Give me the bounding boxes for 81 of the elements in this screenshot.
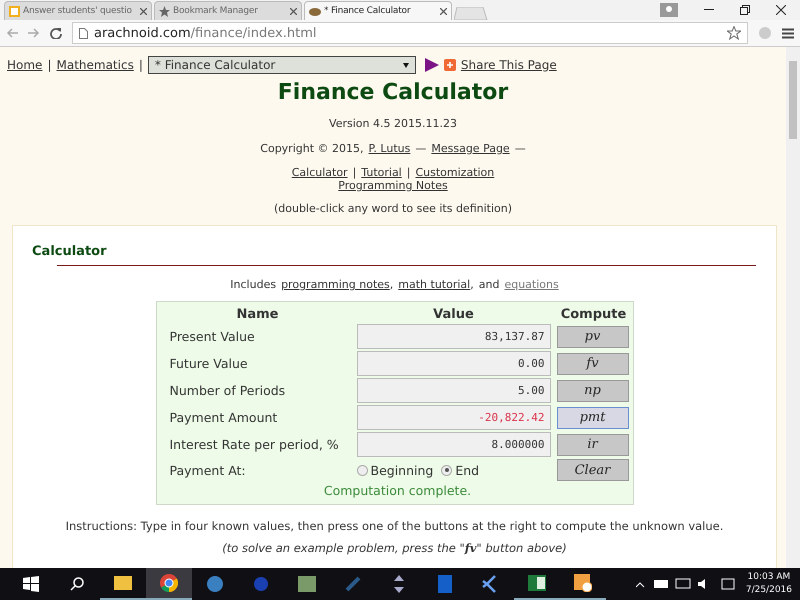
minimize-icon[interactable] (704, 9, 714, 11)
section-link[interactable]: Programming Notes (338, 179, 448, 192)
field-label: Payment At: (168, 462, 247, 478)
section-heading: Calculator (32, 244, 107, 259)
tutorial-link[interactable]: math tutorial (398, 278, 470, 291)
play-icon[interactable] (424, 58, 439, 72)
restore-icon[interactable] (740, 5, 750, 15)
and-text: and (478, 278, 500, 291)
browser-icon[interactable] (160, 574, 178, 592)
calendar-icon[interactable] (574, 574, 592, 592)
compute-button[interactable]: fv (556, 352, 628, 374)
separator: | (47, 58, 52, 72)
section-link[interactable]: Tutorial (361, 166, 402, 179)
value-field[interactable]: 8.000000 (356, 432, 550, 457)
star-icon (159, 6, 170, 16)
equations-link[interactable]: equations (504, 278, 559, 291)
compute-button[interactable]: pmt (556, 406, 628, 428)
compute-button[interactable]: pv (556, 326, 628, 348)
page-title: Finance Calculator (278, 80, 508, 105)
includes-text: Includes (230, 278, 276, 291)
windows-icon[interactable] (23, 576, 39, 592)
dash: — (514, 142, 526, 155)
browser-tab[interactable]: * Finance Calculator (304, 1, 452, 20)
value-field[interactable]: -20,822.42 (356, 405, 550, 430)
page-icon (79, 28, 88, 38)
scrollbar[interactable] (786, 47, 800, 568)
address-bar[interactable]: arachnoid.com/finance/index.html (72, 22, 748, 44)
section-link[interactable]: Calculator (292, 166, 348, 179)
clear-button[interactable]: Clear (556, 459, 628, 481)
bowl-icon (309, 6, 321, 16)
page-select[interactable]: * Finance Calculator (148, 56, 416, 74)
separator: | (138, 58, 143, 72)
app-icon[interactable] (392, 575, 406, 593)
radio-option[interactable]: Beginning (356, 462, 434, 478)
value-field[interactable]: 0.00 (356, 351, 550, 376)
example-text: (to solve an example problem, press the "fv" button above) (222, 541, 567, 555)
dash: — (415, 142, 426, 155)
column-header: Name (235, 307, 280, 322)
instructions-text: Instructions: Type in four known values, then press one of the buttons at the right to compute the unknown value. (66, 519, 724, 533)
field-label: Future Value (168, 356, 249, 371)
compute-button[interactable]: np (556, 380, 628, 402)
clock-date: 7/25/2016 (746, 584, 792, 597)
separator: | (406, 166, 410, 179)
column-header: Compute (560, 307, 628, 322)
reload-icon[interactable] (50, 27, 62, 39)
clock-time: 10:03 AM (746, 571, 792, 584)
home-link[interactable]: Home (7, 58, 42, 72)
comma: , (390, 278, 394, 291)
caret-icon (402, 62, 409, 68)
notes-link[interactable]: programming notes (281, 278, 390, 291)
user-icon[interactable] (660, 3, 678, 17)
close-icon[interactable] (776, 5, 786, 15)
plus-icon[interactable] (444, 59, 456, 71)
star-icon[interactable] (727, 26, 741, 40)
column-header: Value (432, 307, 475, 322)
browser-tab[interactable]: Bookmark Manager (154, 1, 302, 20)
menu-icon[interactable] (782, 28, 794, 38)
copyright-text: Copyright © 2015, (260, 142, 364, 155)
status-text: Computation complete. (322, 483, 472, 498)
compute-button[interactable]: ir (556, 434, 628, 456)
message-link[interactable]: Message Page (431, 142, 510, 155)
section-link[interactable]: Customization (415, 166, 494, 179)
field-label: Number of Periods (168, 383, 286, 398)
search-icon[interactable] (70, 577, 84, 591)
field-label: Interest Rate per period, % (168, 437, 340, 452)
comma: , (470, 278, 474, 291)
field-label: Present Value (168, 329, 256, 344)
value-field[interactable]: 83,137.87 (356, 324, 550, 349)
author-link[interactable]: P. Lutus (368, 142, 410, 155)
hint-text: (double-click any word to see its definition) (274, 202, 512, 215)
tray-icons[interactable] (636, 578, 736, 590)
field-label: Payment Amount (168, 410, 278, 425)
separator: | (352, 166, 356, 179)
spreadsheet-icon[interactable] (528, 575, 546, 591)
browser-tab[interactable]: Answer students' questio (4, 1, 152, 20)
mathematics-link[interactable]: Mathematics (56, 58, 134, 72)
close-icon[interactable] (440, 8, 447, 14)
share-link[interactable]: Share This Page (460, 58, 557, 72)
radio-option[interactable]: End (441, 462, 480, 478)
value-field[interactable]: 5.00 (356, 378, 550, 403)
version-text: Version 4.5 2015.11.23 (329, 117, 457, 130)
